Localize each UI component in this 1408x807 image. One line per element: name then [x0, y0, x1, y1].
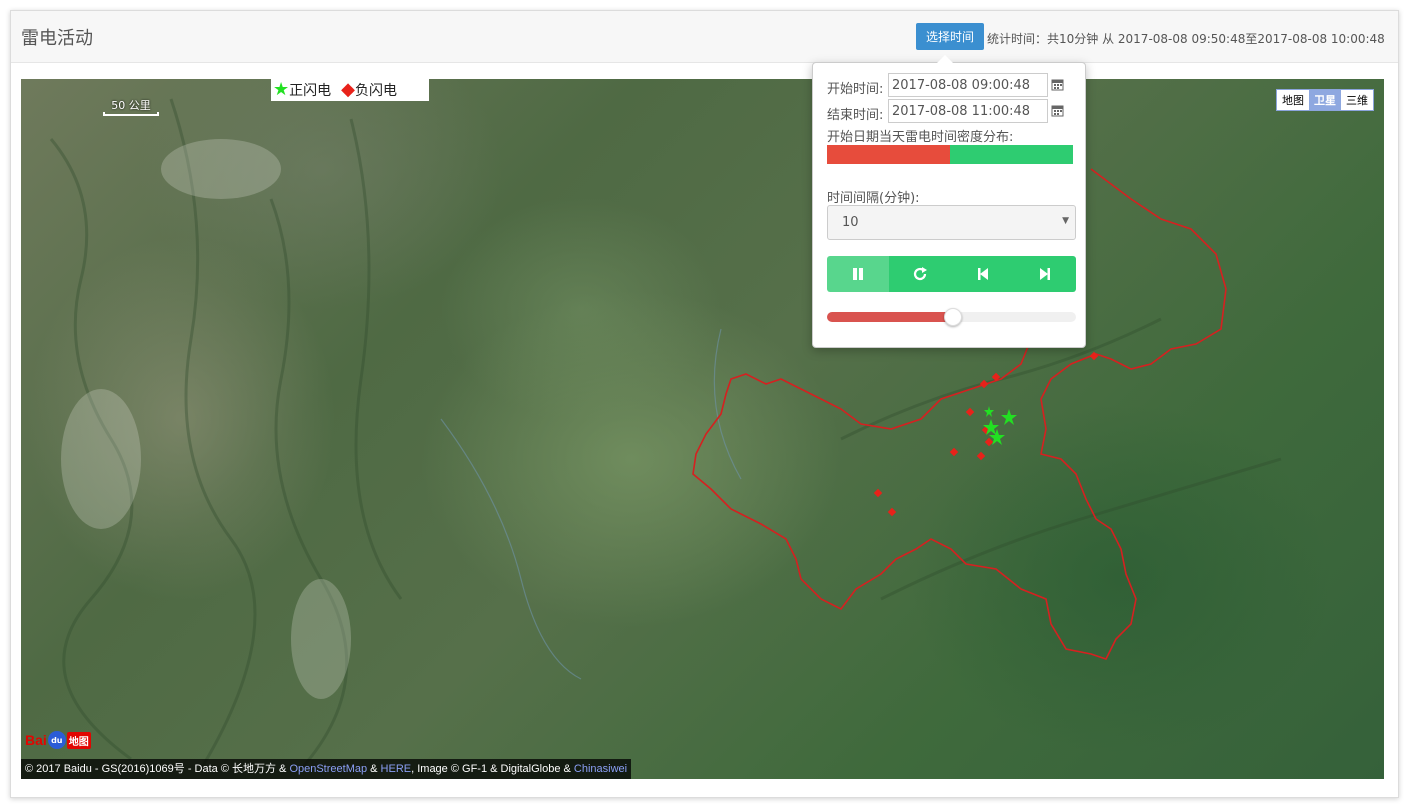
time-picker-popover: 开始时间: 结束时间: 开始日期当天雷电时间密度分布: 时间间隔(分钟): 10…: [812, 55, 1086, 348]
maptype-3d[interactable]: 三维: [1341, 90, 1373, 110]
slider-handle[interactable]: [943, 308, 962, 326]
copyright-amp: &: [367, 763, 381, 775]
maptype-satellite[interactable]: 卫星: [1309, 90, 1341, 110]
pause-icon: [853, 268, 864, 280]
negative-lightning-5: [984, 437, 994, 447]
stat-time-text: 统计时间：共10分钟 从 2017-08-08 09:50:48至2017-08…: [987, 32, 1385, 46]
copyright-text: © 2017 Baidu - GS(2016)1069号 - Data © 长地…: [25, 763, 290, 775]
popover-caret: [937, 55, 953, 63]
next-button[interactable]: [1013, 256, 1076, 292]
select-time-button[interactable]: 选择时间: [916, 23, 984, 50]
positive-lightning-4: [984, 406, 994, 417]
map-legend: ★ 正闪电 ◆ 负闪电: [271, 79, 429, 101]
star-icon: ★: [273, 79, 290, 100]
start-time-label: 开始时间:: [827, 82, 884, 97]
progress-slider[interactable]: [827, 308, 1076, 326]
here-link[interactable]: HERE: [381, 763, 412, 775]
positive-lightning-2: [1001, 409, 1017, 425]
interval-value: 10: [842, 215, 859, 230]
scale-label: 50 公里: [111, 99, 151, 112]
legend-positive-label: 正闪电: [289, 83, 332, 99]
density-red-segment: [827, 145, 950, 164]
map-overlay: [49, 98, 1282, 770]
density-green-segment: [950, 145, 1073, 164]
end-time-input[interactable]: [888, 99, 1048, 123]
negative-lightning-8: [873, 488, 883, 498]
logo-map-text: 地图: [66, 731, 91, 749]
osm-link[interactable]: OpenStreetMap: [289, 763, 367, 775]
negative-lightning-9: [887, 507, 897, 517]
logo-text: Bai: [25, 732, 47, 748]
negative-lightning-1: [1089, 351, 1099, 361]
maptype-map[interactable]: 地图: [1277, 90, 1309, 110]
legend-negative-label: 负闪电: [354, 83, 397, 99]
interval-label: 时间间隔(分钟):: [827, 191, 920, 206]
prev-button[interactable]: [951, 256, 1014, 292]
playback-controls: [827, 256, 1076, 292]
slider-fill: [827, 312, 952, 322]
density-bar: [827, 145, 1073, 164]
paw-icon: du: [47, 731, 66, 749]
interval-select[interactable]: 10 ▼: [827, 205, 1076, 240]
negative-lightning-4: [965, 407, 975, 417]
map-view[interactable]: ★ 正闪电 ◆ 负闪电 50 公里 地图 卫星 三维 Bai du 地图 © 2…: [21, 79, 1384, 779]
refresh-button[interactable]: [889, 256, 952, 292]
main-panel: 雷电活动 选择时间 统计时间：共10分钟 从 2017-08-08 09:50:…: [10, 10, 1399, 798]
copyright-image: , Image © GF-1 & DigitalGlobe &: [411, 763, 574, 775]
calendar-icon[interactable]: [1051, 78, 1065, 91]
skip-forward-icon: [1039, 268, 1050, 280]
map-copyright: © 2017 Baidu - GS(2016)1069号 - Data © 长地…: [21, 759, 632, 779]
diamond-icon: ◆: [341, 79, 355, 100]
density-label: 开始日期当天雷电时间密度分布:: [827, 130, 1014, 145]
page-title: 雷电活动: [21, 28, 93, 49]
baidu-logo[interactable]: Bai du 地图: [25, 731, 91, 749]
end-time-label: 结束时间:: [827, 108, 884, 123]
refresh-icon: [914, 267, 928, 281]
skip-back-icon: [977, 268, 988, 280]
panel-header: 雷电活动 选择时间 统计时间：共10分钟 从 2017-08-08 09:50:…: [11, 11, 1398, 63]
negative-lightning-7: [976, 451, 986, 461]
scale-bar: [103, 112, 159, 116]
negative-lightning-2: [979, 379, 989, 389]
chinasiwei-link[interactable]: Chinasiwei: [574, 763, 627, 775]
calendar-icon[interactable]: [1051, 104, 1065, 117]
pause-button[interactable]: [827, 256, 890, 292]
map-type-switcher: 地图 卫星 三维: [1276, 89, 1374, 111]
start-time-input[interactable]: [888, 73, 1048, 97]
dropdown-arrow-icon: ▼: [1062, 216, 1069, 226]
negative-lightning-6: [949, 447, 959, 457]
